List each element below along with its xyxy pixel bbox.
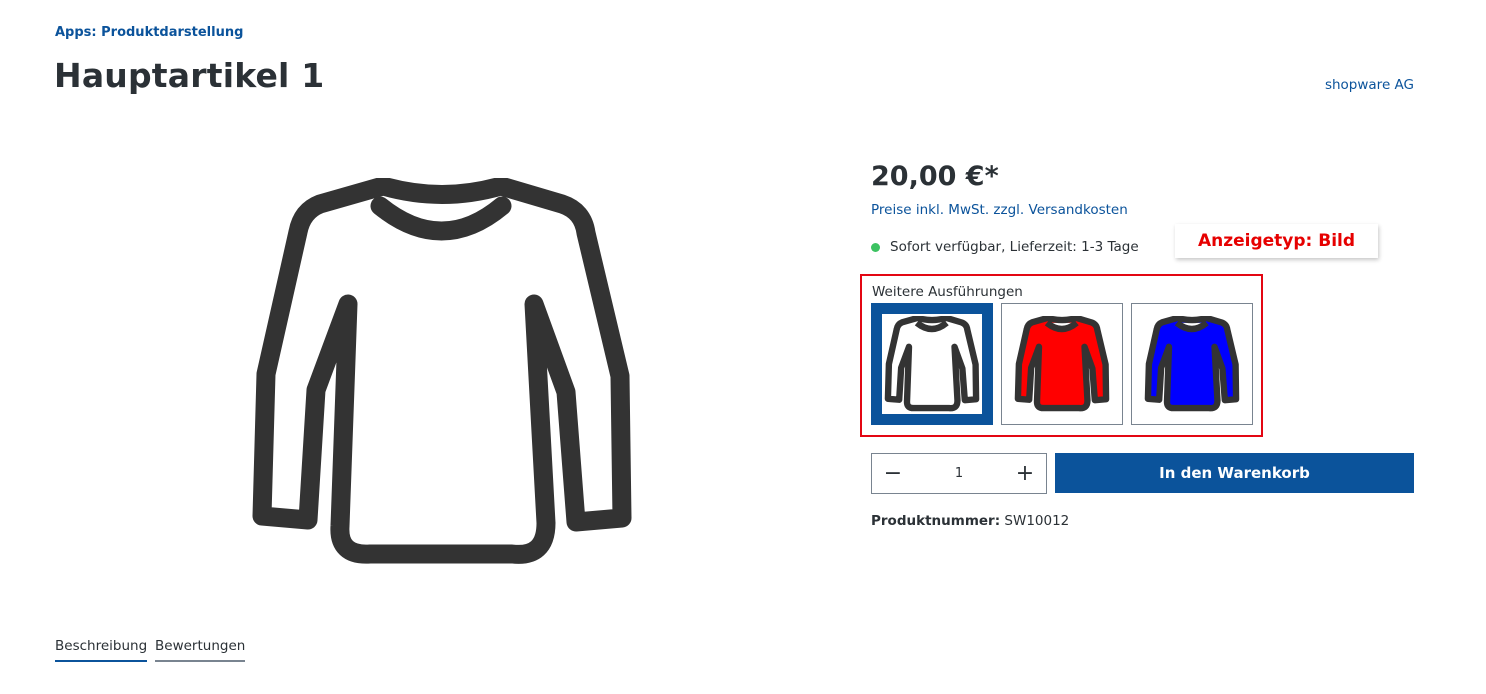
minus-icon[interactable]: − <box>872 454 914 493</box>
page-title: Hauptartikel 1 <box>54 56 325 95</box>
annotation-display-type: Anzeigetyp: Bild <box>1175 224 1378 258</box>
red-shirt-icon <box>1014 316 1110 412</box>
blue-shirt-icon <box>1144 316 1240 412</box>
tab-reviews[interactable]: Bewertungen <box>155 638 246 662</box>
tax-shipping-link[interactable]: Preise inkl. MwSt. zzgl. Versandkosten <box>871 202 1128 218</box>
variant-option-red[interactable] <box>1001 303 1123 425</box>
plus-icon[interactable]: + <box>1004 454 1046 493</box>
white-shirt-icon <box>884 316 980 412</box>
quantity-input[interactable] <box>914 454 1004 493</box>
quantity-stepper: − + <box>871 453 1047 494</box>
variant-option-blue[interactable] <box>1131 303 1253 425</box>
delivery-status: Sofort verfügbar, Lieferzeit: 1-3 Tage <box>871 239 1139 255</box>
product-price: 20,00 €* <box>871 161 999 192</box>
product-number-label: Produktnummer: <box>871 513 1001 529</box>
delivery-text: Sofort verfügbar, Lieferzeit: 1-3 Tage <box>890 239 1139 255</box>
breadcrumb-category[interactable]: Apps: Produktdarstellung <box>55 25 243 40</box>
product-number: Produktnummer: SW10012 <box>871 513 1069 529</box>
tab-description[interactable]: Beschreibung <box>55 638 148 662</box>
add-to-cart-button[interactable]: In den Warenkorb <box>1055 453 1414 493</box>
variant-option-white[interactable] <box>871 303 993 425</box>
variants-label: Weitere Ausführungen <box>872 284 1023 300</box>
long-sleeve-shirt-icon <box>252 178 632 564</box>
manufacturer-link[interactable]: shopware AG <box>1325 77 1414 93</box>
product-number-value: SW10012 <box>1004 513 1070 529</box>
availability-dot-icon <box>871 242 880 252</box>
